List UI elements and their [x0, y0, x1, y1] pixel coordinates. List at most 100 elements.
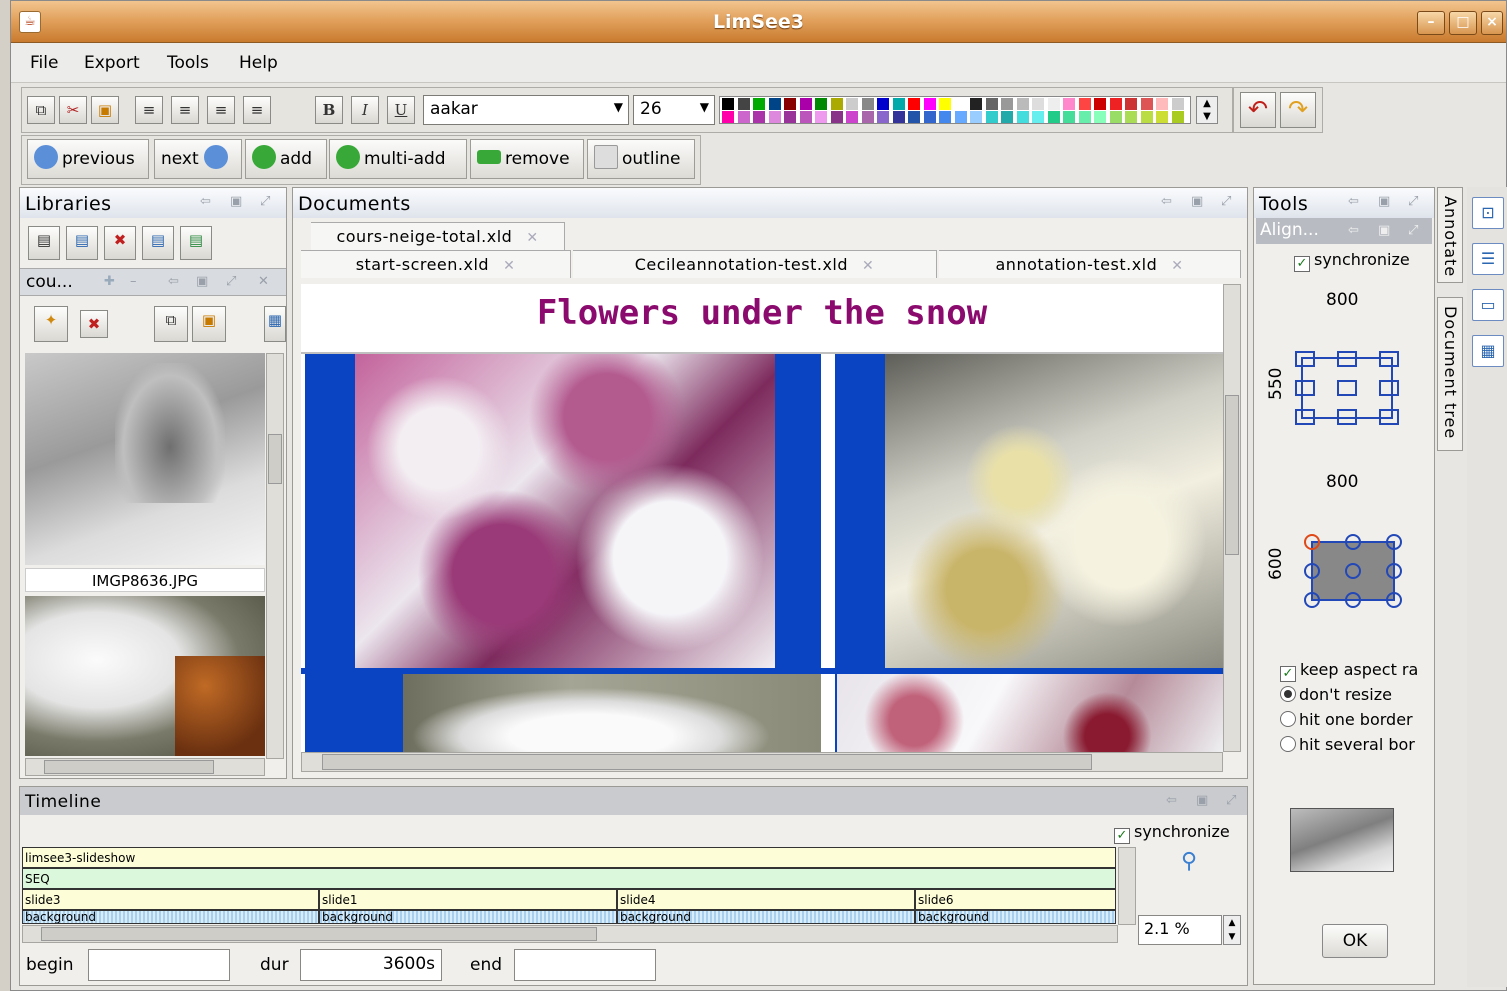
restore-icon[interactable]: ▣ [230, 194, 242, 209]
end-input[interactable] [514, 949, 656, 981]
color-swatch[interactable] [753, 111, 765, 123]
palette-spinner[interactable]: ▲ ▼ [1196, 96, 1218, 124]
color-swatch[interactable] [939, 111, 951, 123]
underline-button[interactable]: U [387, 96, 415, 124]
pin-icon[interactable]: ⇦ [1161, 194, 1172, 209]
color-palette[interactable] [719, 96, 1191, 124]
color-swatch[interactable] [737, 98, 750, 110]
maximize-icon[interactable]: ⤢ [1408, 194, 1418, 209]
color-swatch[interactable] [799, 98, 812, 110]
color-swatch[interactable] [1109, 98, 1122, 110]
color-swatch[interactable] [861, 98, 874, 110]
color-swatch[interactable] [970, 111, 982, 123]
color-swatch[interactable] [908, 98, 920, 110]
menu-tools[interactable]: Tools [167, 53, 209, 73]
color-swatch[interactable] [985, 98, 998, 110]
menu-file[interactable]: File [30, 53, 58, 73]
color-swatch[interactable] [753, 98, 765, 110]
layout-view-icon[interactable]: ▭ [1472, 289, 1504, 321]
color-swatch[interactable] [784, 111, 796, 123]
color-swatch[interactable] [1125, 98, 1137, 110]
scroll-thumb[interactable] [41, 927, 597, 941]
new-item-icon[interactable]: ✦ [34, 306, 68, 342]
color-swatch[interactable] [1078, 98, 1091, 110]
cut-icon[interactable]: ✂ [59, 96, 87, 124]
library-delete-icon[interactable]: ✖ [104, 226, 136, 260]
color-swatch[interactable] [784, 98, 796, 110]
tree-view-icon[interactable]: ⊡ [1472, 197, 1504, 229]
library-hscrollbar[interactable] [25, 758, 265, 776]
color-swatch[interactable] [846, 111, 858, 123]
scroll-thumb[interactable] [44, 760, 214, 774]
tab-cecileannotation-test[interactable]: Cecileannotation-test.xld ✕ [573, 250, 937, 278]
font-size-select[interactable]: 26 ▼ [633, 95, 715, 125]
track-slide4[interactable]: slide4 [617, 889, 915, 910]
timeline-vscrollbar[interactable] [1118, 847, 1136, 925]
maximize-icon[interactable]: ⤢ [260, 194, 270, 209]
delete-item-icon[interactable]: ✖ [80, 310, 108, 338]
color-swatch[interactable] [1171, 98, 1184, 110]
color-swatch[interactable] [1094, 111, 1106, 123]
track-slide3[interactable]: slide3 [22, 889, 319, 910]
calendar-view-icon[interactable]: ▦ [1472, 335, 1504, 367]
align-center-icon[interactable]: ≡ [171, 96, 199, 124]
color-swatch[interactable] [923, 111, 936, 123]
color-swatch[interactable] [892, 98, 905, 110]
color-swatch[interactable] [722, 111, 734, 123]
undo-icon[interactable]: ↶ [1240, 92, 1276, 128]
library-thumbnail[interactable] [25, 596, 265, 756]
track-background[interactable]: background [319, 910, 617, 924]
timeline-hscrollbar[interactable] [22, 925, 1118, 943]
align-right-icon[interactable]: ≡ [207, 96, 235, 124]
restore-icon[interactable]: ▣ [1378, 194, 1390, 209]
track-slide1[interactable]: slide1 [319, 889, 617, 910]
minimize-button[interactable]: – [1417, 11, 1445, 35]
tab-annotation-test[interactable]: annotation-test.xld ✕ [939, 250, 1241, 278]
slide-canvas[interactable]: Flowers under the snow [301, 284, 1223, 752]
minus-icon[interactable]: – [130, 274, 137, 289]
zoom-input[interactable]: 2.1 % [1138, 915, 1222, 945]
zoom-spinner[interactable]: ▲ ▼ [1223, 915, 1241, 945]
library-open-icon[interactable]: ▤ [66, 226, 98, 260]
pin-icon[interactable]: ⇦ [1348, 223, 1359, 238]
scroll-thumb[interactable] [322, 754, 1092, 770]
color-swatch[interactable] [954, 111, 967, 123]
color-swatch[interactable] [1063, 111, 1075, 123]
color-swatch[interactable] [1016, 111, 1029, 123]
color-swatch[interactable] [1094, 98, 1106, 110]
color-swatch[interactable] [1156, 111, 1168, 123]
color-swatch[interactable] [1140, 98, 1153, 110]
dur-input[interactable]: 3600s [300, 949, 442, 981]
color-swatch[interactable] [1001, 111, 1013, 123]
track-background[interactable]: background [22, 910, 319, 924]
restore-icon[interactable]: ▣ [1191, 194, 1203, 209]
color-swatch[interactable] [985, 111, 998, 123]
library-export-icon[interactable]: ▤ [180, 226, 212, 260]
color-swatch[interactable] [737, 111, 750, 123]
pin-icon[interactable]: ⇦ [168, 274, 179, 289]
tab-cours-neige-total[interactable]: cours-neige-total.xld ✕ [311, 222, 565, 250]
tab-start-screen[interactable]: start-screen.xld ✕ [301, 250, 571, 278]
color-swatch[interactable] [1063, 98, 1075, 110]
maximize-icon[interactable]: ⤢ [1221, 194, 1231, 209]
library-new-icon[interactable]: ▤ [28, 226, 60, 260]
next-button[interactable]: next [154, 139, 242, 179]
copy-icon[interactable]: ⧉ [154, 306, 188, 342]
resize-diagram[interactable] [1292, 530, 1402, 610]
region-2[interactable] [835, 354, 1223, 668]
pin-icon[interactable]: ⇦ [1348, 194, 1359, 209]
redo-icon[interactable]: ↷ [1280, 92, 1316, 128]
ok-button[interactable]: OK [1322, 924, 1388, 958]
align-justify-icon[interactable]: ≡ [243, 96, 271, 124]
copy-icon[interactable]: ⧉ [27, 96, 55, 124]
previous-button[interactable]: previous [27, 139, 149, 179]
color-swatch[interactable] [1125, 111, 1137, 123]
pin-icon[interactable]: ⇦ [1166, 793, 1177, 808]
font-family-select[interactable]: aakar ▼ [423, 95, 629, 125]
hit-several-border-radio[interactable]: hit several bor [1280, 735, 1434, 754]
track-background[interactable]: background [617, 910, 915, 924]
color-swatch[interactable] [1047, 111, 1060, 123]
bold-button[interactable]: B [315, 96, 343, 124]
color-swatch[interactable] [861, 111, 874, 123]
documents-vscrollbar[interactable] [1223, 284, 1241, 752]
